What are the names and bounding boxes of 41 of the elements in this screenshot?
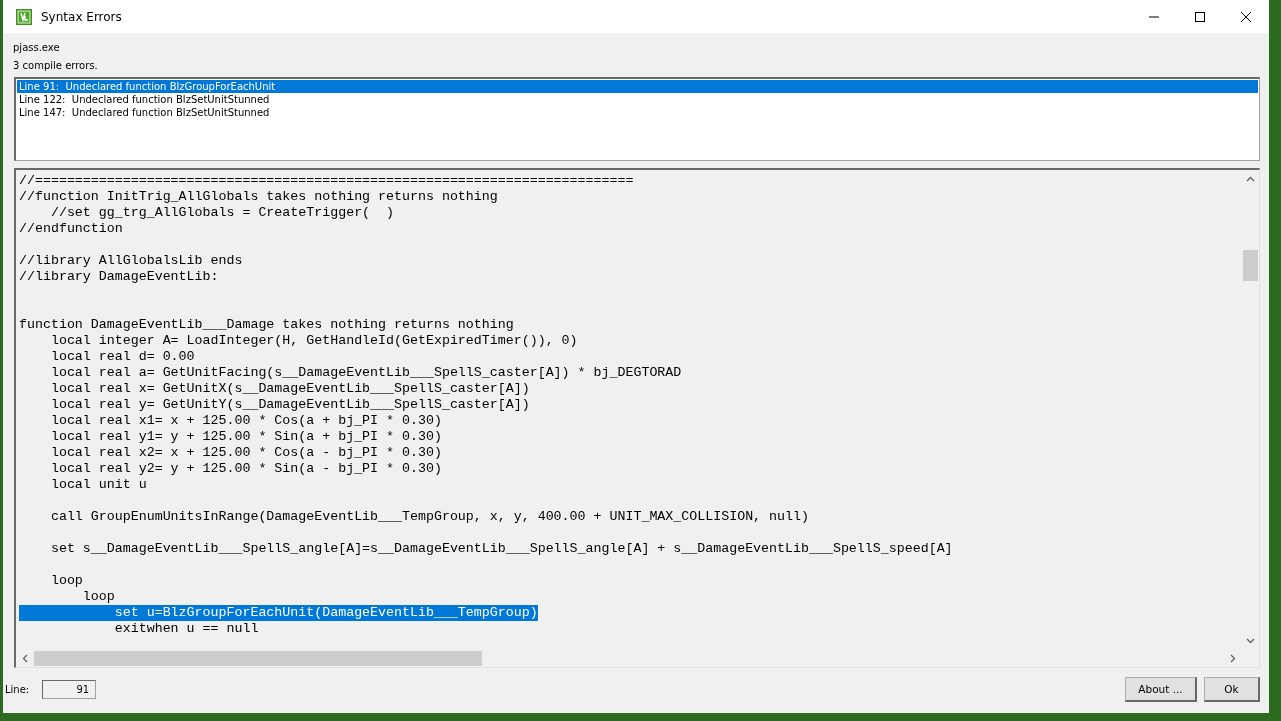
code-line: exitwhen u == null — [113, 621, 259, 637]
code-line: local integer A= LoadInteger(H, GetHandleId(GetExpiredTimer()), 0) — [49, 333, 578, 349]
code-line: local real x1= x + 125.00 * Cos(a + bj_PI * 0.30) — [49, 413, 442, 429]
code-line: function DamageEventLib___Damage takes nothing returns nothing — [19, 317, 514, 333]
code-line: local real d= 0.00 — [49, 349, 195, 365]
scrollbar-thumb[interactable] — [1243, 250, 1258, 281]
scroll-down-icon[interactable] — [1246, 638, 1255, 644]
about-button[interactable]: About ... — [1125, 676, 1197, 702]
code-line: //function InitTrig_AllGlobals takes nothing returns nothing — [19, 189, 498, 205]
maximize-icon[interactable] — [1194, 10, 1206, 23]
error-item[interactable]: Line 147: Undeclared function BlzSetUnitStunned — [17, 106, 1258, 119]
close-icon[interactable] — [1240, 10, 1252, 23]
code-line: set s__DamageEventLib___SpellS_angle[A]=s__DamageEventLib___SpellS_angle[A] + s__DamageEventLib___SpellS_speed[A] — [49, 541, 953, 557]
code-line: local real y2= y + 125.00 * Sin(a - bj_PI * 0.30) — [49, 461, 442, 477]
code-line: local unit u — [49, 477, 147, 493]
window-title: Syntax Errors — [41, 9, 123, 24]
ok-button[interactable]: Ok — [1204, 676, 1260, 702]
code-line: local real x= GetUnitX(s__DamageEventLib___SpellS_caster[A]) — [49, 381, 530, 397]
scroll-right-icon[interactable] — [1230, 654, 1236, 663]
code-line: //endfunction — [19, 221, 123, 237]
error-item[interactable]: Line 122: Undeclared function BlzSetUnitStunned — [17, 93, 1258, 106]
error-summary: 3 compile errors. — [13, 60, 99, 71]
scrollbar-thumb[interactable] — [34, 651, 482, 666]
compiler-name: pjass.exe — [13, 42, 61, 53]
code-line: call GroupEnumUnitsInRange(DamageEventLib___TempGroup, x, y, 400.00 + UNIT_MAX_COLLISION, null) — [49, 509, 809, 525]
code-line: local real a= GetUnitFacing(s__DamageEventLib___SpellS_caster[A]) * bj_DEGTORAD — [49, 365, 682, 381]
code-line: //set gg_trg_AllGlobals = CreateTrigger( ) — [49, 205, 395, 221]
app-icon — [16, 8, 32, 25]
line-number-field[interactable]: 91 — [42, 679, 97, 699]
line-label: Line: — [5, 683, 30, 695]
scroll-left-icon[interactable] — [22, 654, 28, 663]
code-line: //library AllGlobalsLib ends — [19, 253, 243, 269]
code-line: local real y= GetUnitY(s__DamageEventLib___SpellS_caster[A]) — [49, 397, 530, 413]
code-line: loop — [49, 573, 83, 589]
code-line: local real x2= x + 125.00 * Cos(a - bj_PI * 0.30) — [49, 445, 442, 461]
code-line: //library DamageEventLib: — [19, 269, 219, 285]
code-line: //=========================================================================== — [19, 173, 634, 189]
scroll-up-icon[interactable] — [1246, 176, 1255, 182]
error-item[interactable]: Line 91: Undeclared function BlzGroupForEachUnit — [17, 80, 1258, 93]
code-line: local real y1= y + 125.00 * Sin(a + bj_PI * 0.30) — [49, 429, 442, 445]
code-line: loop — [81, 589, 115, 605]
